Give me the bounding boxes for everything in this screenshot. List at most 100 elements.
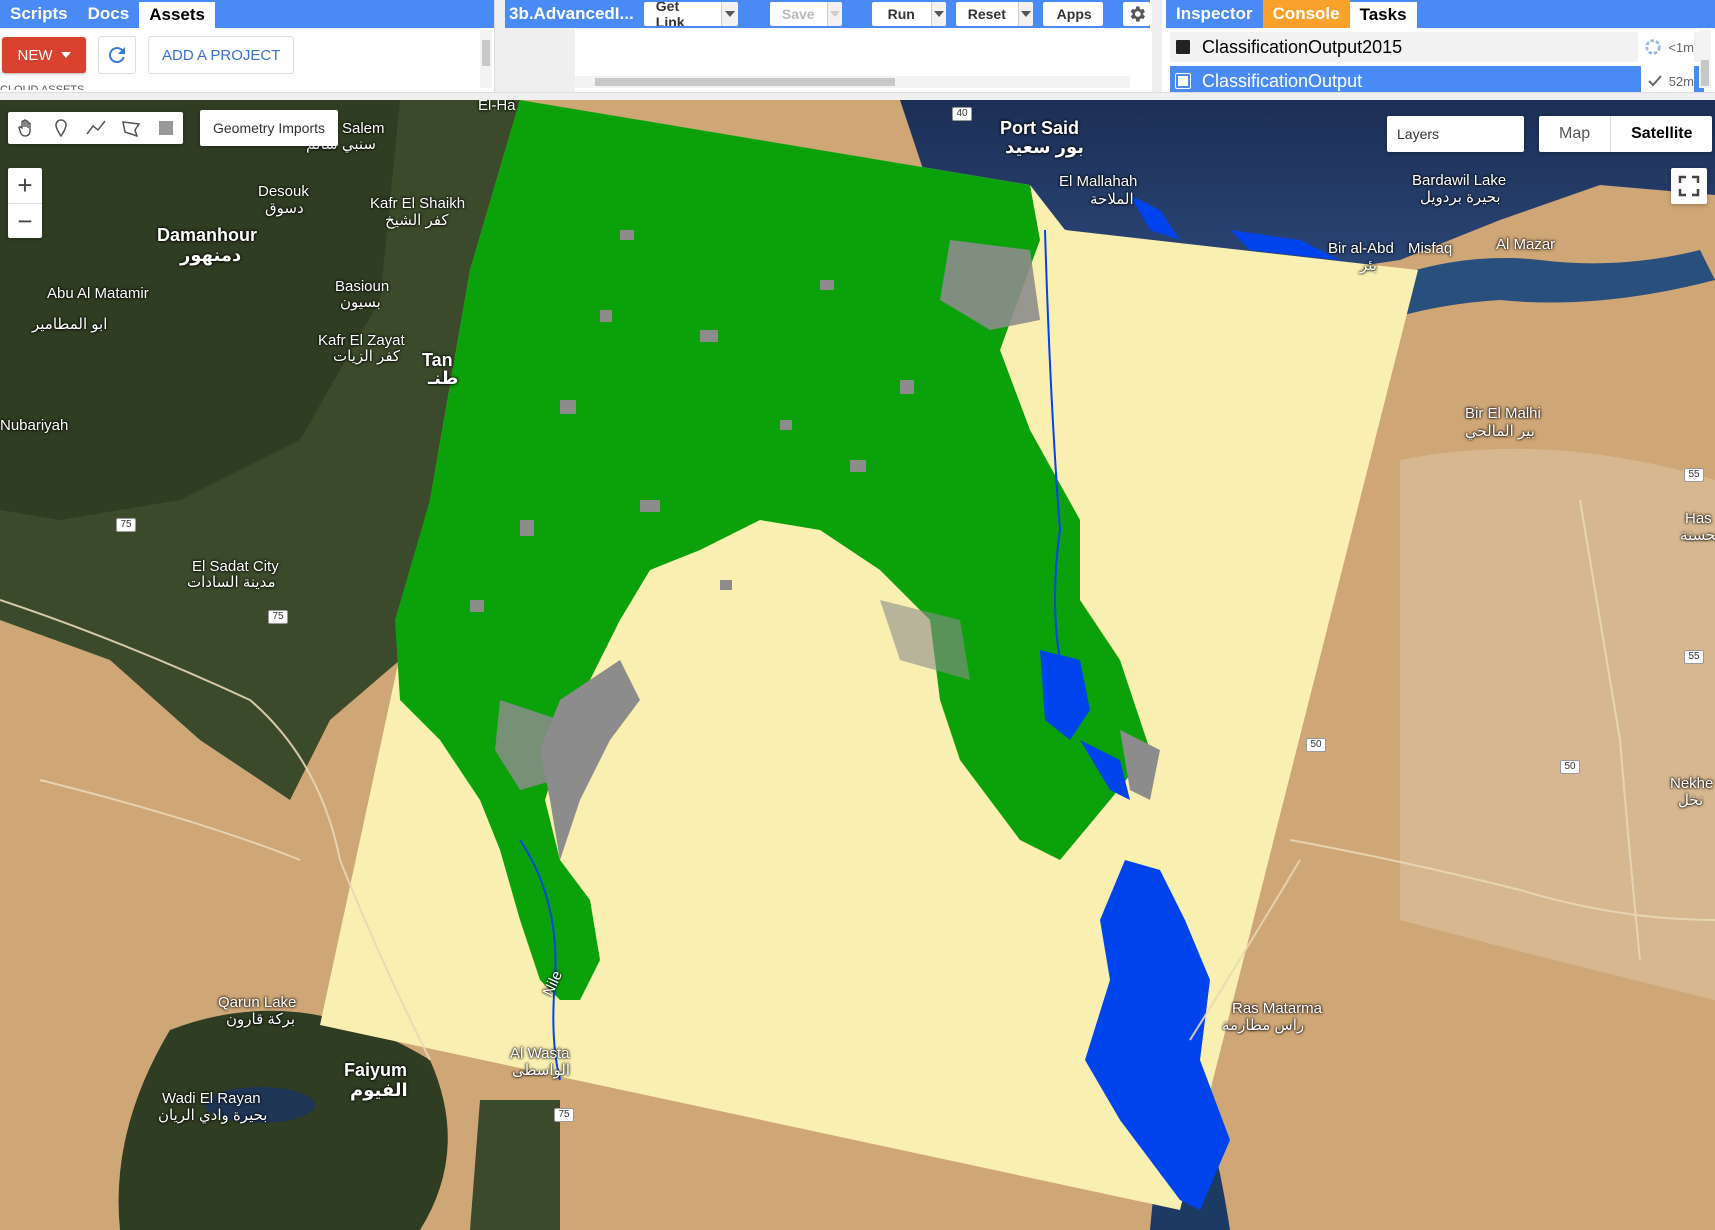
run-button[interactable]: Run: [871, 2, 946, 26]
map-label: Qarun Lake: [218, 994, 297, 1011]
apps-button[interactable]: Apps: [1042, 2, 1104, 26]
map-label: بحيرة بردويل: [1420, 189, 1501, 206]
map-type-map[interactable]: Map: [1539, 116, 1610, 152]
right-splitter[interactable]: [1152, 0, 1162, 92]
layers-button[interactable]: Layers: [1387, 116, 1524, 152]
map-label: الفيوم: [350, 1080, 408, 1100]
get-link-label: Get Link: [655, 2, 685, 26]
map-label: بور سعيد: [1005, 137, 1085, 157]
caret-down-icon: [829, 11, 840, 17]
map-label: طنـ: [428, 368, 459, 388]
road-shield: 75: [268, 610, 288, 624]
zoom-in-button[interactable]: +: [8, 168, 42, 203]
polygon-tool[interactable]: [113, 112, 148, 144]
save-button[interactable]: Save: [769, 2, 842, 26]
assets-scrollbar[interactable]: [480, 30, 492, 88]
line-tool[interactable]: [78, 112, 113, 144]
map-type-control: Map Satellite: [1539, 116, 1713, 152]
spinner-icon: [1645, 39, 1661, 55]
road-shield: 75: [116, 518, 136, 532]
road-shield: 50: [1560, 760, 1580, 774]
rectangle-icon: [158, 121, 173, 135]
gear-icon: [1130, 6, 1145, 22]
task-duration: 52m: [1668, 73, 1694, 89]
map-label: Port Said: [1000, 118, 1080, 138]
map-label: بير المالحي: [1465, 423, 1535, 440]
polygon-icon: [121, 121, 140, 137]
tab-console[interactable]: Console: [1262, 0, 1350, 28]
map-type-satellite[interactable]: Satellite: [1610, 116, 1712, 152]
rectangle-tool[interactable]: [148, 112, 183, 144]
map-label: Nubariyah: [0, 417, 69, 434]
map-pin-icon: [54, 119, 67, 137]
new-button[interactable]: NEW: [2, 37, 86, 73]
pan-tool[interactable]: [8, 112, 43, 144]
image-icon: [1176, 40, 1190, 54]
road-shield: 55: [1684, 468, 1704, 482]
refresh-icon: [108, 47, 125, 64]
earth-engine-code-editor: Scripts Docs Assets NEW ADD A PROJECT CL…: [0, 0, 1715, 1230]
map-label: بركة قارون: [226, 1011, 296, 1028]
add-project-button[interactable]: ADD A PROJECT: [148, 36, 295, 74]
right-tabbar: Inspector Console Tasks: [1166, 0, 1715, 28]
tab-inspector[interactable]: Inspector: [1166, 0, 1263, 28]
left-tabbar: Scripts Docs Assets: [0, 0, 494, 28]
tab-tasks[interactable]: Tasks: [1349, 2, 1417, 28]
run-dropdown[interactable]: [930, 2, 946, 26]
map-label: Misfaq: [1408, 240, 1453, 257]
map-label: Bardawil Lake: [1412, 172, 1507, 189]
reset-dropdown[interactable]: [1017, 2, 1033, 26]
map-label: ابو المطامير: [32, 316, 108, 333]
fullscreen-button[interactable]: [1671, 168, 1707, 204]
save-label: Save: [781, 6, 815, 22]
tab-scripts[interactable]: Scripts: [0, 0, 78, 28]
map-view[interactable]: Port Said بور سعيد El Mallahah الملاحة B…: [0, 100, 1715, 1230]
map-label: El Mallahah: [1059, 173, 1138, 190]
script-title: 3b.AdvancedI...: [509, 4, 634, 23]
task-row[interactable]: ClassificationOutput 52m: [1170, 66, 1704, 92]
editor-horizontal-scrollbar[interactable]: [575, 76, 1130, 88]
zoom-out-button[interactable]: −: [8, 203, 42, 238]
road-shield: 55: [1684, 650, 1704, 664]
image-icon: [1175, 73, 1191, 89]
map-label: Faiyum: [344, 1060, 408, 1080]
map-label: بئر: [1360, 257, 1377, 274]
get-link-dropdown[interactable]: [720, 2, 738, 26]
settings-button[interactable]: [1123, 2, 1150, 26]
tab-docs[interactable]: Docs: [78, 0, 140, 28]
caret-down-icon: [60, 52, 71, 58]
map-label: Kafr El Shaikh: [370, 195, 466, 212]
map-label: بسيون: [340, 294, 381, 311]
run-label: Run: [887, 6, 915, 22]
right-panel: Inspector Console Tasks ClassificationOu…: [1166, 0, 1715, 92]
map-label: دمنهور: [180, 245, 242, 265]
map-label: Has: [1685, 510, 1712, 527]
save-dropdown[interactable]: [826, 2, 842, 26]
task-row[interactable]: ClassificationOutput2015 <1m: [1170, 32, 1704, 62]
code-editor[interactable]: [505, 28, 1150, 92]
left-splitter[interactable]: [495, 0, 505, 92]
map-label: Bir al-Abd: [1328, 240, 1394, 257]
tab-assets[interactable]: Assets: [139, 2, 215, 28]
caret-down-icon: [724, 11, 735, 17]
horizontal-splitter[interactable]: [0, 92, 1715, 100]
reset-label: Reset: [967, 6, 1006, 22]
map-label: Damanhour: [157, 225, 258, 245]
map-label: Desouk: [258, 183, 309, 200]
map-label: نخل: [1678, 792, 1704, 809]
refresh-button[interactable]: [98, 36, 136, 74]
drawing-toolbar: [8, 112, 183, 144]
map-label: Al Mazar: [1496, 236, 1556, 253]
marker-tool[interactable]: [43, 112, 78, 144]
check-icon: [1647, 75, 1662, 87]
road-shield: 40: [952, 107, 972, 121]
get-link-button[interactable]: Get Link: [643, 2, 738, 26]
tasks-scrollbar[interactable]: [1699, 30, 1711, 88]
reset-button[interactable]: Reset: [955, 2, 1033, 26]
map-label: Al Wasta: [510, 1045, 570, 1062]
map-label: راس مطارمة: [1222, 1017, 1305, 1034]
caret-down-icon: [933, 11, 944, 17]
assets-toolbar: NEW ADD A PROJECT: [0, 28, 494, 82]
line-gutter: [505, 28, 575, 92]
geometry-imports-button[interactable]: Geometry Imports: [200, 110, 338, 146]
